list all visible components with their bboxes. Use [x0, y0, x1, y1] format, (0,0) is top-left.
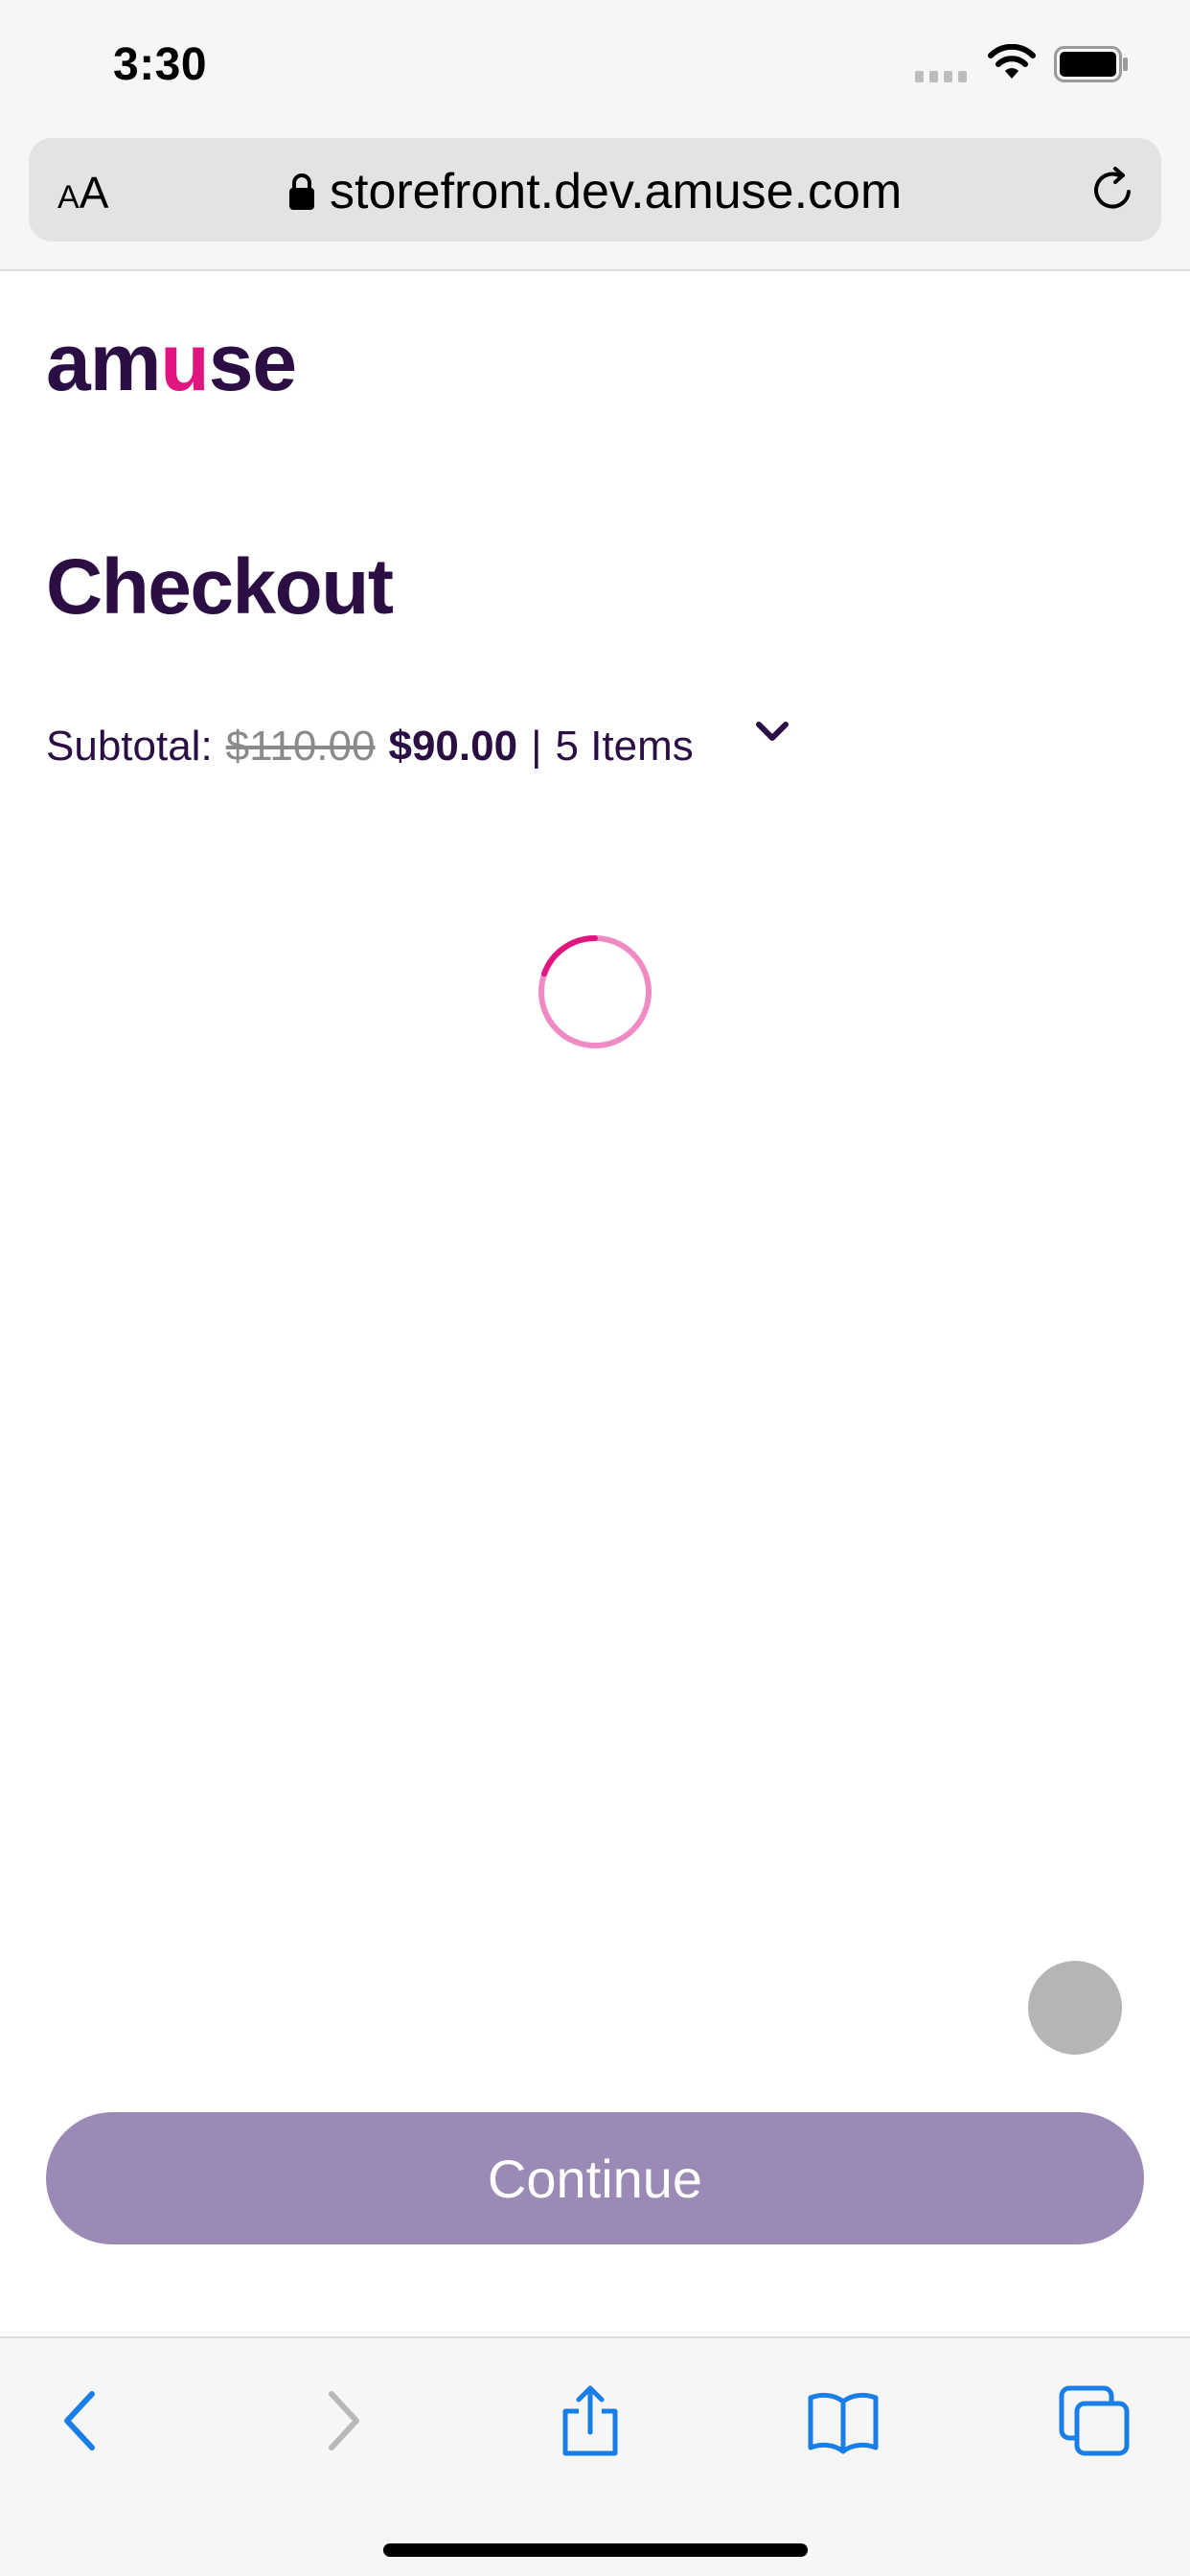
browser-address-area: AA storefront.dev.amuse.com — [0, 134, 1190, 271]
status-bar: 3:30 — [0, 0, 1190, 134]
home-indicator — [383, 2543, 808, 2557]
original-price: $110.00 — [225, 723, 376, 770]
url-text: storefront.dev.amuse.com — [330, 164, 903, 219]
address-bar[interactable]: AA storefront.dev.amuse.com — [29, 138, 1161, 242]
reload-icon[interactable] — [1087, 163, 1140, 217]
floating-action-button[interactable] — [1028, 1961, 1122, 2055]
share-icon[interactable] — [552, 2382, 629, 2459]
tabs-icon[interactable] — [1056, 2382, 1133, 2459]
signal-icon — [915, 71, 967, 82]
browser-toolbar — [0, 2336, 1190, 2576]
subtotal-summary[interactable]: Subtotal: $110.00 $90.00 | 5 Items — [46, 723, 694, 770]
lock-icon — [289, 173, 314, 210]
battery-icon — [1054, 46, 1128, 82]
sale-price: $90.00 — [388, 723, 518, 770]
bookmarks-icon[interactable] — [805, 2382, 881, 2459]
url-display[interactable]: storefront.dev.amuse.com — [287, 163, 902, 220]
loading-spinner-icon — [538, 934, 652, 1048]
separator: | — [531, 723, 542, 770]
item-count: 5 Items — [555, 723, 694, 770]
back-icon[interactable] — [44, 2382, 121, 2459]
chevron-down-icon[interactable] — [753, 719, 791, 746]
forward-icon[interactable] — [303, 2382, 379, 2459]
subtotal-label: Subtotal: — [46, 723, 213, 770]
wifi-icon — [988, 44, 1036, 79]
page-title: Checkout — [46, 543, 394, 631]
amuse-logo[interactable]: amuse — [46, 316, 297, 409]
status-time: 3:30 — [113, 39, 208, 90]
text-size-button[interactable]: AA — [57, 167, 108, 218]
continue-button[interactable]: Continue — [46, 2112, 1144, 2244]
